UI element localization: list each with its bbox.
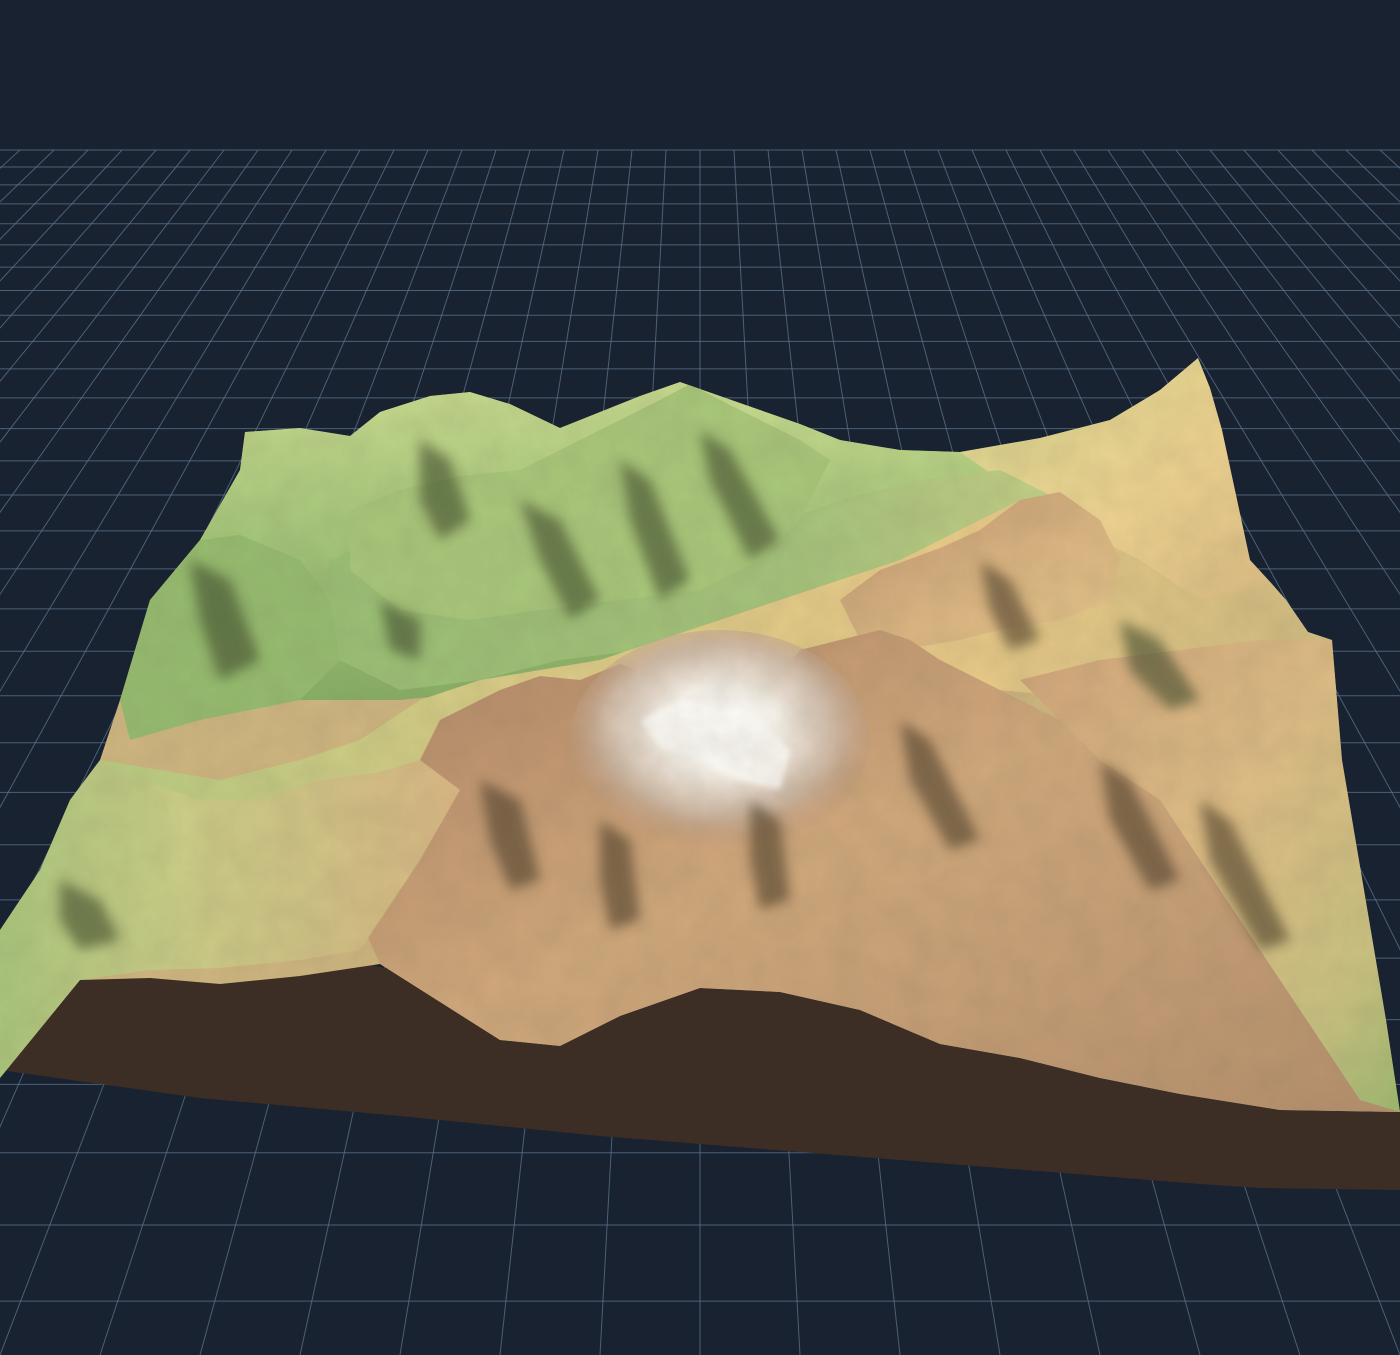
grid-line-vertical [0,149,89,240]
grid-line-vertical [0,149,55,203]
grid-line-vertical [0,149,21,169]
terrain-viewer[interactable] [0,0,1400,1355]
terrain-scene[interactable] [0,0,1400,1355]
